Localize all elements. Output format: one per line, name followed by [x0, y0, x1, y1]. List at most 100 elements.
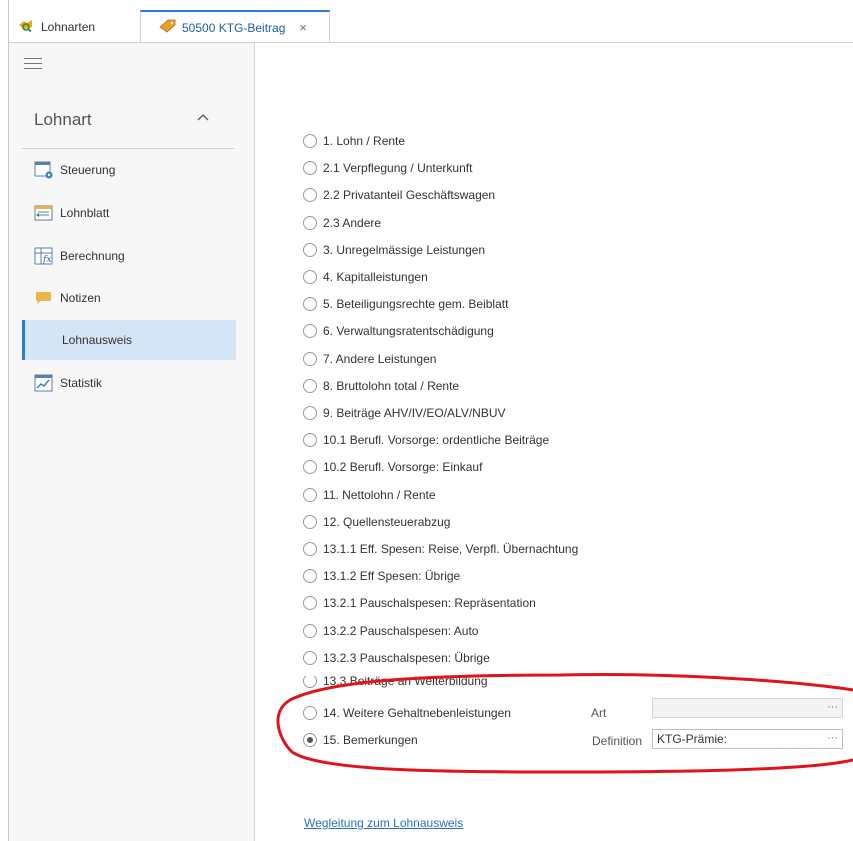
radio-button[interactable] [303, 378, 317, 393]
radio-button-selected[interactable] [303, 733, 317, 747]
radio-option[interactable]: 13.1.2 Eff Spesen: Übrige [303, 567, 460, 585]
definition-label: Definition [592, 734, 643, 748]
radio-option-label: 10.2 Berufl. Vorsorge: Einkauf [323, 460, 483, 475]
sidebar-divider [254, 43, 255, 841]
sidebar-item-label: Lohnblatt [60, 206, 110, 220]
tab-ktg-beitrag[interactable]: 50500 KTG-Beitrag × [140, 10, 330, 43]
radio-button[interactable] [303, 676, 317, 688]
radio-option-label: 2.2 Privatanteil Geschäftswagen [323, 188, 496, 203]
tab-label: 50500 KTG-Beitrag [182, 20, 286, 35]
radio-option-label: 13.1.2 Eff Spesen: Übrige [323, 569, 461, 584]
definition-ellipsis-button[interactable]: ··· [827, 732, 838, 744]
radio-option-label: 13.2.1 Pauschalspesen: Repräsentation [323, 596, 536, 611]
radio-button[interactable] [303, 706, 317, 720]
radio-option[interactable]: 13.2.1 Pauschalspesen: Repräsentation [303, 594, 536, 612]
radio-option-label: 2.3 Andere [323, 215, 382, 230]
sidebar-item-notizen[interactable]: Notizen [22, 278, 236, 318]
radio-option-label: 13.2.3 Pauschalspesen: Übrige [323, 650, 490, 665]
sidebar-item-statistik[interactable]: Statistik [22, 363, 236, 403]
wegleitung-link[interactable]: Wegleitung zum Lohnausweis [304, 816, 463, 830]
radio-button[interactable] [303, 542, 317, 556]
radio-option[interactable]: 13.2.3 Pauschalspesen: Übrige [303, 649, 490, 667]
radio-button[interactable] [303, 188, 317, 203]
definition-field[interactable]: KTG-Prämie: ··· [652, 729, 843, 749]
radio-button[interactable] [303, 596, 317, 611]
radio-option[interactable]: 10.2 Berufl. Vorsorge: Einkauf [303, 458, 482, 476]
radio-option[interactable]: 2.3 Andere [303, 214, 381, 232]
radio-button[interactable] [303, 270, 317, 284]
radio-option[interactable]: 12. Quellensteuerabzug [303, 513, 450, 531]
radio-button[interactable] [303, 161, 317, 176]
radio-button[interactable] [303, 297, 317, 312]
radio-button[interactable] [303, 406, 317, 420]
radio-button[interactable] [303, 242, 317, 257]
radio-option[interactable]: 10.1 Berufl. Vorsorge: ordentliche Beitr… [303, 431, 549, 449]
formula-icon: fx [34, 246, 54, 266]
radio-option[interactable]: 2.1 Verpflegung / Unterkunft [303, 159, 472, 177]
radio-option[interactable]: 7. Andere Leistungen [303, 350, 436, 368]
sidebar-section-title: Lohnart [34, 110, 92, 129]
art-label: Art [591, 706, 607, 720]
radio-option[interactable]: 14. Weitere Gehaltnebenleistungen [303, 704, 511, 722]
sidebar-item-label: Statistik [60, 376, 103, 390]
definition-value: KTG-Prämie: [657, 732, 728, 746]
sidebar-item-label: Notizen [60, 291, 101, 305]
radio-option-label: 13.1.1 Eff. Spesen: Reise, Verpfl. Übern… [323, 542, 579, 556]
sidebar-item-lohnausweis[interactable]: Lohnausweis [22, 320, 236, 360]
radio-option[interactable]: 3. Unregelmässige Leistungen [303, 241, 485, 259]
radio-button[interactable] [303, 514, 317, 529]
radio-button[interactable] [303, 134, 317, 148]
radio-option-label: 5. Beteiligungsrechte gem. Beiblatt [323, 297, 509, 312]
radio-button[interactable] [303, 650, 317, 665]
radio-option-label: 1. Lohn / Rente [323, 134, 406, 148]
menu-icon[interactable] [24, 58, 42, 72]
sidebar-section-divider [22, 148, 234, 149]
radio-option-label: 7. Andere Leistungen [323, 351, 437, 366]
note-icon [34, 288, 54, 308]
radio-option[interactable]: 13.1.1 Eff. Spesen: Reise, Verpfl. Übern… [303, 540, 578, 558]
radio-option[interactable]: 6. Verwaltungsratentschädigung [303, 322, 494, 340]
lohnarten-search-icon [18, 18, 36, 35]
radio-option-label: 14. Weitere Gehaltnebenleistungen [323, 706, 511, 720]
radio-button[interactable] [303, 623, 317, 638]
radio-button[interactable] [303, 324, 317, 339]
radio-option[interactable]: 5. Beteiligungsrechte gem. Beiblatt [303, 295, 508, 313]
radio-option[interactable]: 8. Bruttolohn total / Rente [303, 377, 459, 395]
radio-option-label: 13.3 Beiträge an Weiterbildung [323, 676, 488, 688]
radio-option-label: 2.1 Verpflegung / Unterkunft [323, 161, 473, 176]
radio-button[interactable] [303, 569, 317, 584]
chevron-up-icon[interactable] [197, 108, 209, 124]
radio-option-label: 3. Unregelmässige Leistungen [323, 242, 486, 257]
tag-icon [159, 19, 177, 36]
sheet-icon [34, 203, 54, 223]
tab-label: Lohnarten [41, 19, 96, 34]
sidebar-item-lohnblatt[interactable]: Lohnblatt [22, 193, 236, 233]
sidebar-item-label: Steuerung [60, 163, 116, 177]
radio-button[interactable] [303, 460, 317, 475]
radio-option[interactable]: 11. Nettolohn / Rente [303, 486, 436, 504]
radio-button[interactable] [303, 487, 317, 502]
radio-option[interactable]: 1. Lohn / Rente [303, 132, 405, 150]
radio-option[interactable]: 13.3 Beiträge an Weiterbildung [303, 676, 488, 688]
radio-option-label: 11. Nettolohn / Rente [323, 487, 436, 502]
radio-option[interactable]: 4. Kapitalleistungen [303, 268, 428, 286]
radio-option[interactable]: 2.2 Privatanteil Geschäftswagen [303, 186, 495, 204]
radio-option[interactable]: 9. Beiträge AHV/IV/EO/ALV/NBUV [303, 404, 506, 422]
settings-window-icon [34, 160, 54, 180]
sidebar-item-steuerung[interactable]: Steuerung [22, 150, 236, 190]
radio-button[interactable] [303, 351, 317, 366]
radio-button[interactable] [303, 433, 317, 448]
sidebar-item-berechnung[interactable]: fx Berechnung [22, 236, 236, 276]
radio-button[interactable] [303, 215, 317, 230]
art-ellipsis-button: ··· [827, 701, 838, 713]
close-icon[interactable]: × [299, 20, 307, 35]
radio-option-label: 4. Kapitalleistungen [323, 270, 428, 284]
svg-text:fx: fx [42, 255, 51, 265]
sidebar-item-label: Lohnausweis [62, 333, 133, 347]
chart-icon [34, 373, 54, 393]
radio-option[interactable]: 15. Bemerkungen [303, 731, 418, 749]
radio-option-label: 8. Bruttolohn total / Rente [323, 378, 460, 393]
tab-lohnarten[interactable]: Lohnarten [18, 10, 138, 43]
radio-option[interactable]: 13.2.2 Pauschalspesen: Auto [303, 622, 478, 640]
radio-option-label: 12. Quellensteuerabzug [323, 514, 451, 529]
